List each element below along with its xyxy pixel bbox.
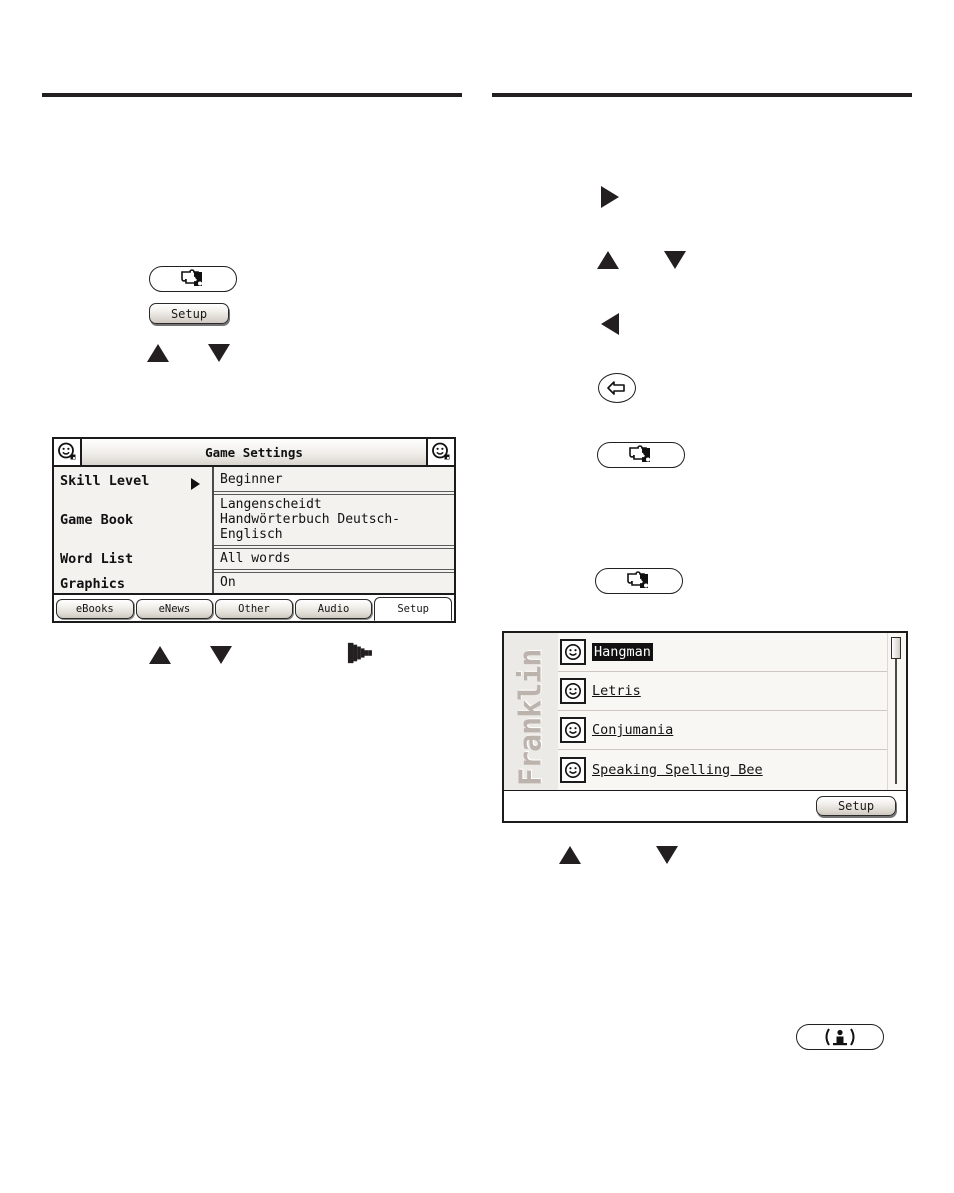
smiley-app-icon <box>560 678 586 704</box>
tab-label: eBooks <box>75 603 114 615</box>
tab-ebooks[interactable]: eBooks <box>56 599 134 619</box>
setting-value-game-book-line1[interactable]: Langenscheidt <box>220 497 322 512</box>
settings-labels-column: Skill Level Game Book Word List Graphics <box>54 467 214 595</box>
triangle-down-icon[interactable] <box>664 251 686 269</box>
value-separator <box>214 572 454 573</box>
tab-label: Audio <box>317 603 350 615</box>
header-rule-right <box>492 93 912 97</box>
header-rule-left <box>42 93 462 97</box>
value-separator <box>214 545 454 546</box>
triangle-up-icon[interactable] <box>149 646 171 664</box>
puzzle-piece-icon <box>629 445 650 462</box>
setup-hardware-button-label: Setup <box>170 306 208 321</box>
titlebar-left-app-icon <box>54 439 82 465</box>
game-list-setup-button[interactable]: Setup <box>816 796 896 816</box>
tab-setup[interactable]: Setup <box>374 597 452 621</box>
game-list-scrollbar[interactable] <box>887 633 906 790</box>
smiley-app-icon <box>560 639 586 665</box>
settings-tab-bar: eBooks eNews Other Audio Setup <box>54 593 454 621</box>
info-button[interactable] <box>796 1024 884 1050</box>
value-separator <box>214 548 454 549</box>
setting-value-graphics[interactable]: On <box>220 575 236 590</box>
game-key-button[interactable] <box>149 266 237 292</box>
value-separator <box>214 491 454 492</box>
game-settings-titlebar: Game Settings <box>54 439 454 467</box>
triangle-up-icon[interactable] <box>147 344 169 362</box>
triangle-down-icon[interactable] <box>656 846 678 864</box>
back-arrow-icon <box>607 381 625 395</box>
game-list-item-label: Letris <box>592 683 641 699</box>
game-list-screen: Franklin Hangman Letris Conjumania Speak… <box>502 631 908 823</box>
game-settings-body: Skill Level Game Book Word List Graphics… <box>54 467 454 595</box>
tab-audio[interactable]: Audio <box>294 599 373 619</box>
list-item[interactable]: Conjumania <box>558 711 887 750</box>
tab-other[interactable]: Other <box>215 599 293 619</box>
puzzle-piece-icon <box>181 269 202 286</box>
back-button[interactable] <box>598 373 636 403</box>
triangle-left-icon[interactable] <box>601 313 619 335</box>
setting-value-game-book-line2[interactable]: Handwörterbuch Deutsch- <box>220 512 400 527</box>
franklin-brand-sidebar: Franklin <box>504 633 558 790</box>
triangle-down-icon[interactable] <box>208 344 230 362</box>
puzzle-piece-icon <box>627 571 648 588</box>
tab-label: Setup <box>397 603 429 615</box>
scrollbar-track[interactable] <box>895 639 897 784</box>
tab-label: eNews <box>158 603 191 615</box>
setup-hardware-button[interactable]: Setup <box>149 303 229 324</box>
scrollbar-thumb[interactable] <box>891 637 901 659</box>
triangle-down-icon[interactable] <box>210 646 232 664</box>
game-list-item-label: Conjumania <box>592 722 674 738</box>
list-item[interactable]: Hangman <box>558 633 887 672</box>
setting-label-graphics: Graphics <box>60 576 126 592</box>
triangle-up-icon[interactable] <box>597 251 619 269</box>
game-key-button-2[interactable] <box>595 568 683 594</box>
triangle-right-icon[interactable] <box>601 186 619 208</box>
setting-label-game-book: Game Book <box>60 512 134 528</box>
smiley-app-icon <box>432 442 450 460</box>
list-item[interactable]: Speaking Spelling Bee <box>558 750 887 789</box>
setting-value-skill-level[interactable]: Beginner <box>220 472 283 487</box>
triangle-up-icon[interactable] <box>559 846 581 864</box>
tab-label: Other <box>238 603 270 615</box>
settings-values-column: Beginner Langenscheidt Handwörterbuch De… <box>214 467 454 595</box>
list-item[interactable]: Letris <box>558 672 887 711</box>
smiley-app-icon <box>560 717 586 743</box>
game-settings-title: Game Settings <box>205 444 303 460</box>
tab-enews[interactable]: eNews <box>135 599 214 619</box>
game-key-button-1[interactable] <box>597 442 685 468</box>
game-settings-screen: Game Settings Skill Level Game Book Word… <box>52 437 456 623</box>
pixel-right-arrow-cursor-icon <box>347 642 372 664</box>
value-separator <box>214 494 454 495</box>
franklin-brand-text: Franklin <box>513 649 549 787</box>
setting-label-word-list: Word List <box>60 551 134 567</box>
titlebar-right-app-icon <box>426 439 454 465</box>
game-list-main: Franklin Hangman Letris Conjumania Speak… <box>504 633 906 791</box>
setting-value-word-list[interactable]: All words <box>220 551 290 566</box>
game-list-rows: Hangman Letris Conjumania Speaking Spell… <box>558 633 887 790</box>
game-list-item-label: Speaking Spelling Bee <box>592 761 763 778</box>
game-list-footer: Setup <box>504 791 906 821</box>
selection-caret-icon <box>191 478 200 490</box>
smiley-app-icon <box>58 442 76 460</box>
info-person-icon <box>825 1028 855 1046</box>
smiley-app-icon <box>560 756 586 783</box>
setting-label-skill-level: Skill Level <box>60 473 150 489</box>
setting-value-game-book-line3[interactable]: Englisch <box>220 527 283 542</box>
game-list-item-label: Hangman <box>592 643 653 661</box>
value-separator <box>214 569 454 570</box>
game-list-setup-button-label: Setup <box>837 799 875 813</box>
